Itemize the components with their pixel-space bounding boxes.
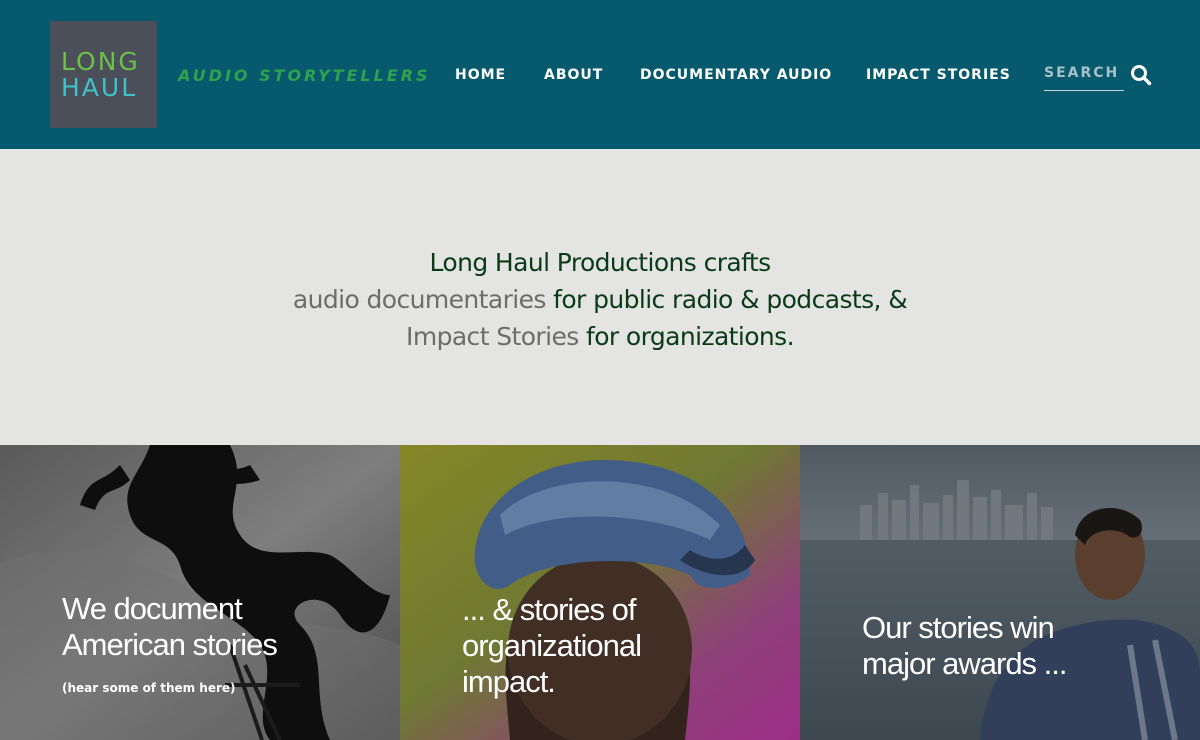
nav-home[interactable]: HOME (455, 67, 506, 83)
tile-3-title-line-1: Our stories win (862, 610, 1055, 645)
tile-2-title-line-1: ... & stories of (462, 592, 637, 627)
intro-line-3: Impact Stories for organizations. (0, 318, 1200, 355)
tile-1-title: We document American stories (62, 591, 278, 663)
intro-line-2: audio documentaries for public radio & p… (0, 281, 1200, 318)
audio-documentaries-link[interactable]: audio documentaries (293, 285, 547, 314)
search-input[interactable] (1044, 60, 1124, 86)
logo-line-haul: HAUL (61, 72, 138, 102)
tile-1-title-line-1: We document (62, 591, 243, 626)
tile-2-title: ... & stories of organizational impact. (462, 592, 642, 700)
tile-awards[interactable]: Our stories win major awards ... (800, 445, 1200, 740)
tile-2-title-line-2: organizational (462, 628, 642, 663)
logo-line-long: LONG (61, 46, 140, 76)
tile-organizational-impact[interactable]: ... & stories of organizational impact. (400, 445, 800, 740)
impact-stories-link[interactable]: Impact Stories (406, 322, 579, 351)
tile-3-title-line-2: major awards ... (862, 646, 1068, 681)
search-field (1044, 60, 1124, 91)
intro-line-1: Long Haul Productions crafts (429, 248, 771, 277)
intro-statement: Long Haul Productions crafts audio docum… (0, 244, 1200, 355)
nav-documentary-audio[interactable]: DOCUMENTARY AUDIO (640, 67, 832, 83)
intro-section: Long Haul Productions crafts audio docum… (0, 149, 1200, 445)
intro-line-3-rest: for organizations. (578, 322, 795, 351)
intro-line-2-rest: for public radio & podcasts, & (545, 285, 908, 314)
skyline-portrait-image (800, 445, 1200, 740)
site-header: LONG HAUL AUDIO STORYTELLERS HOME ABOUT … (0, 0, 1200, 149)
tile-1-subtitle-link[interactable]: (hear some of them here) (62, 681, 236, 695)
site-logo[interactable]: LONG HAUL (50, 21, 157, 128)
nav-about[interactable]: ABOUT (544, 67, 603, 83)
nav-impact-stories[interactable]: IMPACT STORIES (866, 67, 1011, 83)
tile-3-title: Our stories win major awards ... (862, 610, 1068, 682)
search-icon[interactable] (1130, 64, 1152, 86)
site-tagline: AUDIO STORYTELLERS (178, 66, 431, 85)
tile-1-title-line-2: American stories (62, 627, 278, 662)
tile-american-stories[interactable]: We document American stories (hear some … (0, 445, 400, 740)
tile-2-title-line-3: impact. (462, 664, 556, 699)
